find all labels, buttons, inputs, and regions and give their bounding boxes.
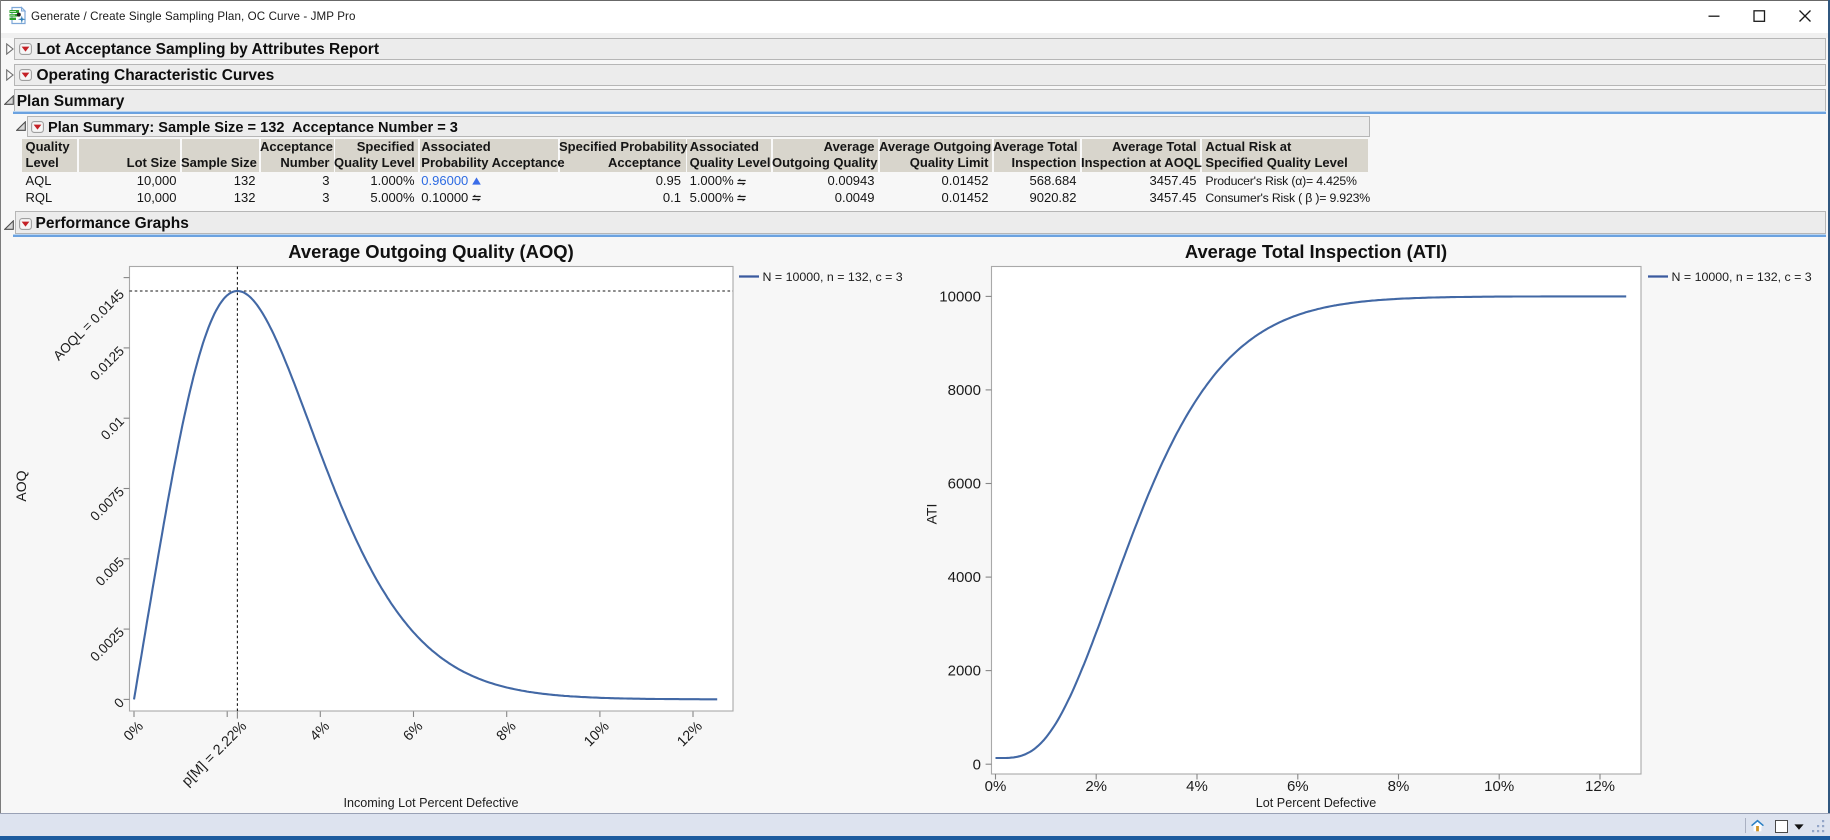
svg-text:0: 0 [111, 695, 127, 711]
svg-text:8000: 8000 [948, 382, 981, 399]
svg-text:Average Total Inspection (ATI): Average Total Inspection (ATI) [1185, 241, 1447, 262]
svg-text:4000: 4000 [948, 569, 981, 586]
svg-text:10000: 10000 [939, 289, 981, 306]
svg-text:N = 10000, n = 132, c = 3: N = 10000, n = 132, c = 3 [1672, 270, 1812, 284]
svg-text:0%: 0% [985, 778, 1007, 795]
svg-text:6000: 6000 [948, 476, 981, 493]
svg-text:12%: 12% [1585, 778, 1615, 795]
svg-text:4%: 4% [1186, 778, 1208, 795]
svg-text:8%: 8% [494, 718, 520, 744]
svg-text:p[M] = 2.22%: p[M] = 2.22% [179, 718, 250, 789]
svg-text:0.01: 0.01 [98, 414, 127, 443]
svg-text:12%: 12% [674, 718, 706, 750]
svg-text:2000: 2000 [948, 663, 981, 680]
svg-text:0%: 0% [121, 718, 147, 744]
svg-text:ATI: ATI [924, 504, 940, 525]
svg-text:10%: 10% [1484, 778, 1514, 795]
svg-text:Lot Percent Defective: Lot Percent Defective [1256, 796, 1376, 810]
svg-text:6%: 6% [400, 718, 426, 744]
svg-text:Average Outgoing Quality (AOQ): Average Outgoing Quality (AOQ) [288, 241, 573, 262]
svg-text:Incoming Lot Percent Defective: Incoming Lot Percent Defective [343, 796, 518, 810]
svg-text:0.0025: 0.0025 [87, 625, 127, 665]
svg-text:4%: 4% [307, 718, 333, 744]
svg-text:N = 10000, n = 132, c = 3: N = 10000, n = 132, c = 3 [763, 270, 903, 284]
svg-text:10%: 10% [581, 718, 613, 750]
svg-text:0.005: 0.005 [93, 554, 128, 589]
svg-text:8%: 8% [1388, 778, 1410, 795]
svg-text:AOQ: AOQ [13, 470, 29, 501]
svg-text:6%: 6% [1287, 778, 1309, 795]
svg-text:0.0075: 0.0075 [87, 484, 127, 524]
svg-text:2%: 2% [1085, 778, 1107, 795]
svg-text:0.0125: 0.0125 [87, 343, 127, 383]
svg-text:0: 0 [973, 756, 981, 773]
